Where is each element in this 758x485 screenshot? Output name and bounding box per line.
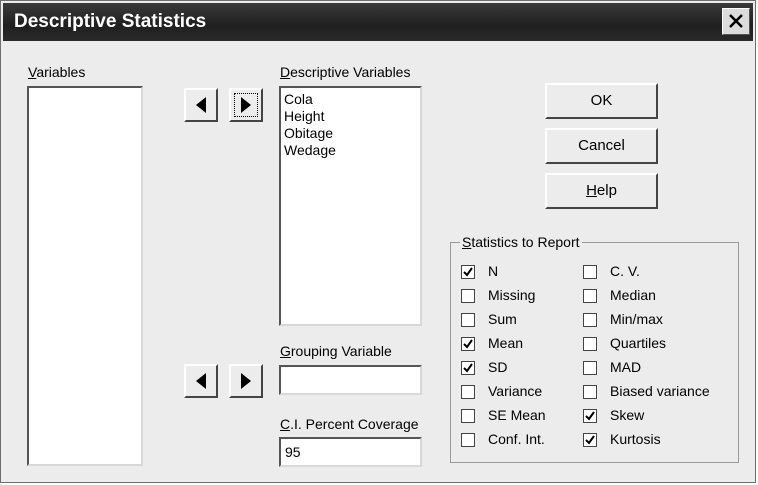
grouping-move-left-button[interactable] xyxy=(184,364,218,398)
checkbox-label: Missing xyxy=(488,287,536,303)
checkbox-label: Mean xyxy=(488,335,524,351)
checkbox-label: SD xyxy=(488,359,508,375)
move-right-button[interactable] xyxy=(229,88,263,122)
checkbox-label: C. V. xyxy=(610,263,640,279)
checkmark-icon xyxy=(585,435,595,445)
right-arrow-icon xyxy=(241,373,251,389)
checkbox-box[interactable] xyxy=(461,361,475,375)
grouping-variable-label: Grouping Variable xyxy=(280,343,392,359)
checkbox-box[interactable] xyxy=(583,313,597,327)
variables-label: Variables xyxy=(28,64,86,80)
descriptive-variables-label: Descriptive Variables xyxy=(280,64,411,80)
ci-coverage-label: C.I. Percent Coverage xyxy=(280,416,419,432)
descriptive-statistics-dialog: Descriptive Statistics Variables Descrip… xyxy=(0,0,756,483)
checkbox-box[interactable] xyxy=(461,289,475,303)
checkbox-label: Kurtosis xyxy=(610,431,661,447)
cancel-button[interactable]: Cancel xyxy=(545,128,658,164)
checkbox-box[interactable] xyxy=(583,361,597,375)
checkbox-label: Variance xyxy=(488,383,543,399)
checkbox-box[interactable] xyxy=(583,409,597,423)
checkbox-label: Conf. Int. xyxy=(488,431,545,447)
checkbox-box[interactable] xyxy=(461,337,475,351)
checkbox-box[interactable] xyxy=(461,265,475,279)
checkbox-box[interactable] xyxy=(583,289,597,303)
checkbox-box[interactable] xyxy=(461,385,475,399)
left-arrow-icon xyxy=(196,373,206,389)
checkbox-label: N xyxy=(488,263,499,279)
list-item[interactable]: Height xyxy=(281,108,420,125)
ci-coverage-field[interactable]: 95 xyxy=(279,437,422,467)
checkbox-box[interactable] xyxy=(461,313,475,327)
ok-button[interactable]: OK xyxy=(545,83,658,119)
close-button[interactable] xyxy=(722,8,750,35)
checkbox-label: Min/max xyxy=(610,311,663,327)
grouping-move-right-button[interactable] xyxy=(229,364,263,398)
checkbox-box[interactable] xyxy=(583,433,597,447)
grouping-variable-field[interactable] xyxy=(279,365,422,395)
window-title: Descriptive Statistics xyxy=(14,11,207,32)
statistics-group-title: Statistics to Report xyxy=(460,234,582,250)
checkbox-label: Sum xyxy=(488,311,517,327)
checkbox-box[interactable] xyxy=(583,337,597,351)
variables-listbox[interactable] xyxy=(27,86,143,466)
checkbox-label: Quartiles xyxy=(610,335,667,351)
checkbox-box[interactable] xyxy=(583,265,597,279)
checkbox-label: MAD xyxy=(610,359,642,375)
move-left-button[interactable] xyxy=(184,88,218,122)
list-item[interactable]: Cola xyxy=(281,91,420,108)
right-arrow-icon xyxy=(241,97,251,113)
title-bar: Descriptive Statistics xyxy=(3,3,753,41)
checkbox-label: SE Mean xyxy=(488,407,546,423)
checkmark-icon xyxy=(463,267,473,277)
checkmark-icon xyxy=(463,363,473,373)
list-item[interactable]: Wedage xyxy=(281,142,420,159)
checkbox-label: Median xyxy=(610,287,656,303)
checkbox-box[interactable] xyxy=(461,409,475,423)
descriptive-variables-listbox[interactable]: Cola Height Obitage Wedage xyxy=(279,86,422,326)
help-button[interactable]: Help xyxy=(545,173,658,209)
checkbox-label: Biased variance xyxy=(610,383,710,399)
checkmark-icon xyxy=(463,339,473,349)
checkbox-label: Skew xyxy=(610,407,645,423)
checkmark-icon xyxy=(585,411,595,421)
checkbox-box[interactable] xyxy=(461,433,475,447)
list-item[interactable]: Obitage xyxy=(281,125,420,142)
close-icon xyxy=(729,14,743,28)
checkbox-box[interactable] xyxy=(583,385,597,399)
left-arrow-icon xyxy=(196,97,206,113)
